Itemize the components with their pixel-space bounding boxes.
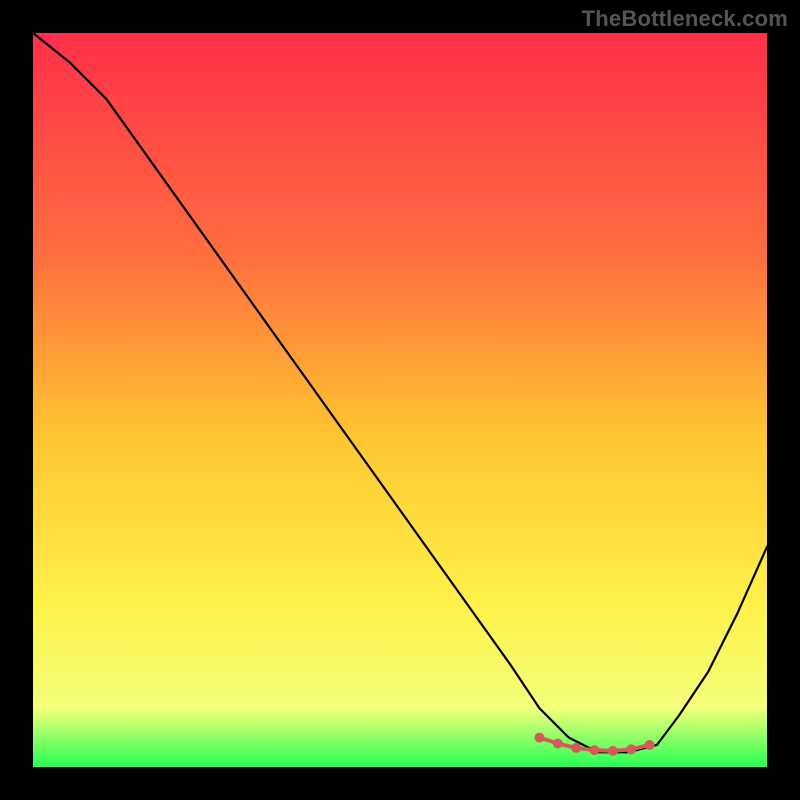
chart-container: TheBottleneck.com: [0, 0, 800, 800]
optimal-marker: [553, 739, 563, 749]
bottleneck-chart: [0, 0, 800, 800]
optimal-marker: [534, 733, 544, 743]
gradient-background: [33, 33, 767, 767]
optimal-marker: [590, 745, 600, 755]
optimal-marker: [626, 744, 636, 754]
optimal-marker: [645, 740, 655, 750]
optimal-marker: [608, 746, 618, 756]
optimal-marker: [571, 743, 581, 753]
attribution-label: TheBottleneck.com: [582, 6, 788, 32]
